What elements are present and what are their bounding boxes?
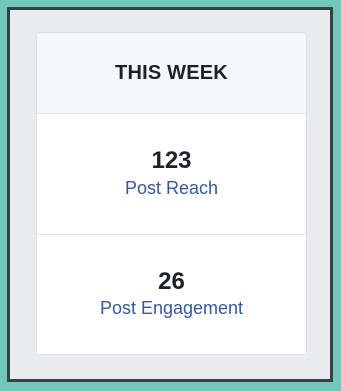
card-header: THIS WEEK (37, 33, 306, 114)
page-area: THIS WEEK 123 Post Reach 26 Post Engagem… (7, 7, 333, 382)
post-engagement-value: 26 (158, 267, 185, 295)
card-title: THIS WEEK (115, 61, 228, 84)
post-reach-metric: 123 Post Reach (37, 114, 306, 234)
this-week-card: THIS WEEK 123 Post Reach 26 Post Engagem… (36, 32, 307, 355)
screenshot-frame: THIS WEEK 123 Post Reach 26 Post Engagem… (0, 0, 341, 391)
post-engagement-metric: 26 Post Engagement (37, 233, 306, 355)
post-reach-value: 123 (151, 147, 192, 175)
post-reach-link[interactable]: Post Reach (125, 177, 218, 200)
post-engagement-link[interactable]: Post Engagement (100, 297, 243, 320)
